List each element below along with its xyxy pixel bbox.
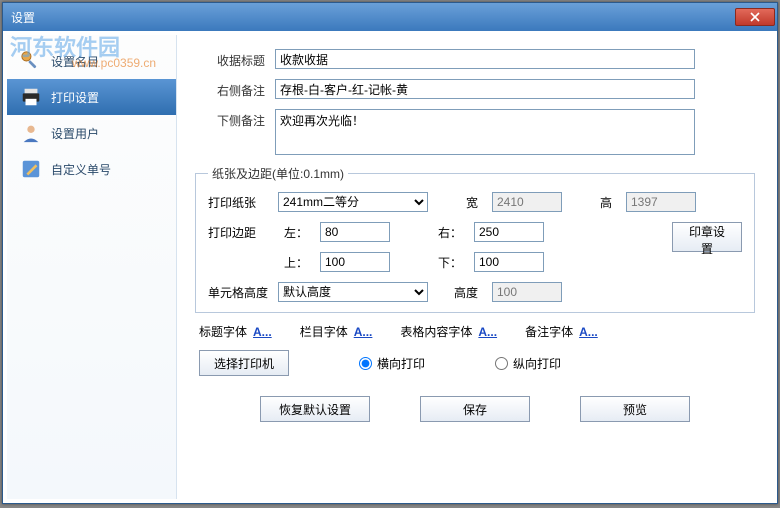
width-input	[492, 192, 562, 212]
paper-label: 打印纸张	[208, 194, 272, 211]
margin-top-input[interactable]	[320, 252, 390, 272]
cell-height-label: 单元格高度	[208, 284, 272, 301]
paper-legend: 纸张及边距(单位:0.1mm)	[208, 165, 348, 182]
portrait-radio-input[interactable]	[495, 357, 508, 370]
window-body: 设置名目 打印设置 设置用户 自定义单号 收据标题 右侧备注	[3, 31, 777, 503]
table-font-link[interactable]: A...	[478, 325, 497, 339]
sidebar-item-label: 自定义单号	[51, 161, 111, 178]
printer-icon	[19, 85, 43, 109]
margin-label: 打印边距	[208, 224, 272, 241]
cell-hn-input	[492, 282, 562, 302]
preview-button[interactable]: 预览	[580, 396, 690, 422]
stamp-settings-button[interactable]: 印章设置	[672, 222, 742, 252]
receipt-title-input[interactable]	[275, 49, 695, 69]
paper-group: 纸张及边距(单位:0.1mm) 打印纸张 241mm二等分 宽 高 打印边距	[195, 165, 755, 313]
font-row: 标题字体 A... 栏目字体 A... 表格内容字体 A... 备注字体 A...	[199, 323, 755, 340]
margin-right-input[interactable]	[474, 222, 544, 242]
bottom-note-textarea[interactable]: 欢迎再次光临！	[275, 109, 695, 155]
pencil-icon	[19, 157, 43, 181]
title-font-link[interactable]: A...	[253, 325, 272, 339]
bottom-buttons: 恢复默认设置 保存 预览	[195, 388, 755, 422]
sidebar-item-label: 打印设置	[51, 89, 99, 106]
titlebar: 设置	[3, 3, 777, 31]
sidebar-item-user[interactable]: 设置用户	[7, 115, 176, 151]
restore-defaults-button[interactable]: 恢复默认设置	[260, 396, 370, 422]
bottom-label: 下：	[432, 254, 468, 271]
content-panel: 收据标题 右侧备注 下侧备注 欢迎再次光临！ 纸张及边距(单位:0.1mm) 打…	[177, 35, 773, 499]
settings-window: 设置 设置名目 打印设置 设置用户 自定义单号	[2, 2, 778, 504]
close-button[interactable]	[735, 8, 775, 26]
sidebar-item-categories[interactable]: 设置名目	[7, 43, 176, 79]
save-button[interactable]: 保存	[420, 396, 530, 422]
cell-hn-label: 高度	[454, 284, 486, 301]
sidebar: 设置名目 打印设置 设置用户 自定义单号	[7, 35, 177, 499]
right-note-label: 右侧备注	[195, 79, 265, 99]
margin-bottom-input[interactable]	[474, 252, 544, 272]
right-note-input[interactable]	[275, 79, 695, 99]
landscape-radio-input[interactable]	[359, 357, 372, 370]
column-font-link[interactable]: A...	[354, 325, 373, 339]
sidebar-item-label: 设置名目	[51, 53, 99, 70]
left-label: 左：	[278, 224, 314, 241]
top-label: 上：	[278, 254, 314, 271]
table-font-label: 表格内容字体	[400, 323, 472, 340]
column-font-label: 栏目字体	[300, 323, 348, 340]
height-input	[626, 192, 696, 212]
title-font-label: 标题字体	[199, 323, 247, 340]
remark-font-link[interactable]: A...	[579, 325, 598, 339]
margin-left-input[interactable]	[320, 222, 390, 242]
receipt-title-label: 收据标题	[195, 49, 265, 69]
paper-select[interactable]: 241mm二等分	[278, 192, 428, 212]
window-title: 设置	[11, 9, 735, 26]
sidebar-item-label: 设置用户	[51, 125, 99, 142]
sidebar-item-custom-number[interactable]: 自定义单号	[7, 151, 176, 187]
right-label: 右：	[432, 224, 468, 241]
sidebar-item-print[interactable]: 打印设置	[7, 79, 176, 115]
width-label: 宽	[458, 194, 486, 211]
cell-height-select[interactable]: 默认高度	[278, 282, 428, 302]
tools-icon	[19, 49, 43, 73]
user-icon	[19, 121, 43, 145]
bottom-note-label: 下侧备注	[195, 109, 265, 129]
close-icon	[750, 12, 760, 22]
portrait-radio[interactable]: 纵向打印	[495, 355, 561, 372]
remark-font-label: 备注字体	[525, 323, 573, 340]
select-printer-button[interactable]: 选择打印机	[199, 350, 289, 376]
landscape-radio[interactable]: 横向打印	[359, 355, 425, 372]
height-label: 高	[592, 194, 620, 211]
